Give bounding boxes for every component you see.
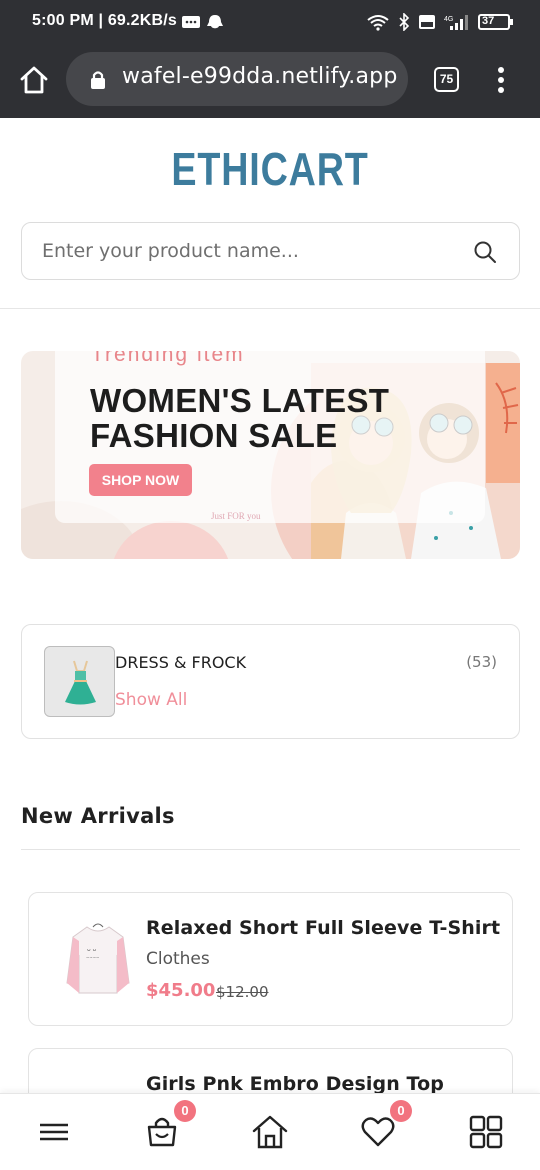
search-icon[interactable] xyxy=(473,240,497,264)
status-icons: 4G 37 xyxy=(366,13,513,31)
header-divider xyxy=(0,308,540,309)
wishlist-count-badge: 0 xyxy=(390,1100,412,1122)
home-icon[interactable] xyxy=(250,1112,290,1152)
shop-now-button[interactable]: SHOP NOW xyxy=(89,464,192,496)
dress-icon xyxy=(65,660,96,705)
bottom-navigation: 0 0 xyxy=(0,1093,540,1170)
message-icon xyxy=(182,16,200,28)
search-bar xyxy=(21,222,520,280)
category-card[interactable]: DRESS & FROCK (53) Show All xyxy=(21,624,520,739)
cart-count-badge: 0 xyxy=(174,1100,196,1122)
ghost-icon xyxy=(207,15,223,29)
status-time: 5:00 PM | 69.2KB/s xyxy=(32,12,178,29)
status-bar: 5:00 PM | 69.2KB/s 4G 37 xyxy=(0,0,540,46)
section-title: New Arrivals xyxy=(21,804,175,828)
promo-banner[interactable]: Trending item WOMEN'S LATEST FASHION SAL… xyxy=(21,351,520,559)
banner-subtitle: Trending item xyxy=(91,351,245,366)
more-options-icon[interactable] xyxy=(496,66,506,94)
cart-button[interactable]: 0 xyxy=(142,1100,196,1152)
product-title[interactable]: Girls Pnk Embro Design Top xyxy=(146,1073,444,1095)
bluetooth-icon xyxy=(399,13,410,31)
banner-title: WOMEN'S LATEST FASHION SALE xyxy=(90,382,390,454)
signal-icon: 4G xyxy=(444,15,468,30)
section-divider xyxy=(21,849,520,850)
tab-switcher-button[interactable]: 75 xyxy=(434,67,459,92)
product-image: ᴗ ᴗ ~~~~ xyxy=(66,923,130,994)
category-thumbnail xyxy=(44,646,115,717)
category-name: DRESS & FROCK xyxy=(115,653,247,672)
product-old-price: $12.00 xyxy=(216,983,269,1001)
svg-text:~~~~: ~~~~ xyxy=(86,955,99,960)
battery-icon: 37 xyxy=(478,14,513,30)
grid-icon[interactable] xyxy=(466,1112,506,1152)
product-title[interactable]: Relaxed Short Full Sleeve T-Shirt xyxy=(146,917,500,939)
browser-toolbar: wafel-e99dda.netlify.app 75 xyxy=(0,46,540,118)
url-text: wafel-e99dda.netlify.app xyxy=(122,64,398,89)
show-all-link[interactable]: Show All xyxy=(115,690,187,710)
wifi-icon xyxy=(367,15,389,31)
site-logo[interactable]: ETHICART xyxy=(49,142,492,196)
battery-level: 37 xyxy=(482,15,495,27)
volte-icon xyxy=(419,15,435,29)
svg-text:4G: 4G xyxy=(444,16,453,23)
home-icon[interactable] xyxy=(18,64,50,96)
product-card[interactable]: ᴗ ᴗ ~~~~ Relaxed Short Full Sleeve T-Shi… xyxy=(28,892,513,1026)
product-price: $45.00 xyxy=(146,980,216,1001)
wishlist-button[interactable]: 0 xyxy=(358,1100,412,1152)
menu-icon[interactable] xyxy=(34,1112,74,1152)
search-input[interactable] xyxy=(42,237,462,265)
banner-decor-text: Just FOR you xyxy=(211,511,261,521)
lock-icon xyxy=(91,71,105,89)
svg-text:ᴗ ᴗ: ᴗ ᴗ xyxy=(87,946,97,953)
product-category: Clothes xyxy=(146,949,210,969)
address-bar[interactable]: wafel-e99dda.netlify.app xyxy=(66,52,408,106)
category-count: (53) xyxy=(466,653,497,671)
